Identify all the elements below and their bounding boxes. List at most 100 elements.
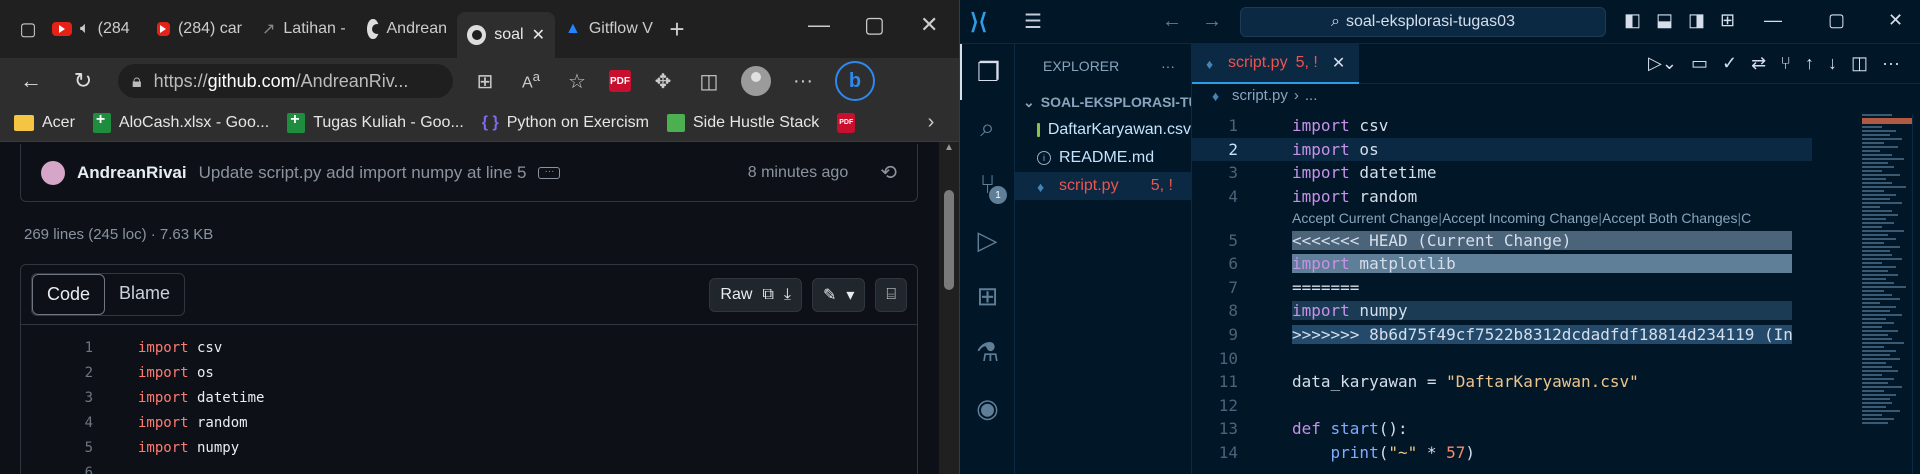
close-window-icon[interactable]: ✕ <box>920 12 938 38</box>
address-bar[interactable]: 🔒︎ https://github.com/AndreanRiv... <box>118 64 453 98</box>
toggle-secondary-sidebar-icon[interactable]: ◨ <box>1688 10 1705 31</box>
tab-title: Gitflow V <box>588 20 653 37</box>
tab-code[interactable]: Code <box>32 274 106 315</box>
commit-message[interactable]: Update script.py add import numpy at lin… <box>199 163 527 183</box>
more-actions-icon[interactable]: ··· <box>1882 53 1900 74</box>
commit-author[interactable]: AndreanRivai <box>77 163 187 183</box>
browser-tab[interactable]: (284) car <box>147 9 252 49</box>
toggle-primary-sidebar-icon[interactable]: ◧ <box>1624 10 1641 31</box>
close-tab-icon[interactable]: ✕ <box>532 25 545 45</box>
line-number[interactable]: 6 <box>21 465 93 474</box>
breadcrumb-symbol[interactable]: ... <box>1305 87 1318 104</box>
pencil-icon[interactable]: ✎ <box>823 285 836 305</box>
split-editor-icon[interactable]: ◫ <box>1851 53 1868 74</box>
bookmark-acer[interactable]: Acer <box>14 114 75 132</box>
bing-copilot-icon[interactable]: b <box>835 61 875 101</box>
explorer-icon[interactable]: ❐ <box>960 44 1015 100</box>
command-center-search[interactable]: ⌕ soal-eksplorasi-tugas03 <box>1240 7 1606 37</box>
download-icon[interactable]: ⤓ <box>784 286 791 304</box>
file-item[interactable]: DaftarKaryawan.csv <box>1015 116 1191 144</box>
accept-both-changes-link[interactable]: Accept Both Changes <box>1602 210 1737 226</box>
minimize-icon[interactable]: — <box>808 12 830 38</box>
run-icon[interactable]: ▷⌄ <box>1648 53 1677 74</box>
maximize-icon[interactable]: ▢ <box>864 12 885 38</box>
file-item-selected[interactable]: ♦ script.py 5, ! <box>1015 172 1191 200</box>
line-number[interactable]: 4 <box>21 415 93 431</box>
scroll-thumb[interactable] <box>944 190 954 290</box>
compare-changes-link[interactable]: C <box>1741 210 1751 226</box>
pull-request-icon[interactable]: ⑂ <box>1780 53 1791 74</box>
arrow-up-icon[interactable]: ↑ <box>1805 53 1814 74</box>
extensions-icon[interactable]: ✥ <box>649 69 677 94</box>
line-number[interactable]: 5 <box>21 440 93 456</box>
profile-avatar-icon[interactable] <box>741 66 771 96</box>
nav-arrows: ←→ <box>1162 10 1242 33</box>
new-tab-icon[interactable]: + <box>663 14 691 45</box>
search-icon[interactable]: ⌕ <box>960 100 1015 156</box>
more-options-icon[interactable]: ··· <box>789 70 817 93</box>
browser-tab[interactable]: Andrean <box>357 9 457 49</box>
refresh-icon[interactable]: ↻ <box>66 68 100 94</box>
close-window-icon[interactable]: ✕ <box>1888 10 1903 31</box>
toggle-panel-icon[interactable]: ⬓ <box>1656 10 1673 31</box>
forward-icon[interactable]: → <box>1202 10 1242 32</box>
avatar[interactable] <box>41 160 65 185</box>
breadcrumb-file[interactable]: script.py <box>1232 87 1288 104</box>
check-circle-icon[interactable]: ✓ <box>1722 53 1737 74</box>
favorite-star-icon[interactable]: ☆ <box>563 69 591 94</box>
github-icon[interactable]: ◉ <box>960 380 1015 436</box>
browser-tab-active[interactable]: soal ✕ <box>457 12 555 58</box>
line-number[interactable]: 2 <box>21 365 93 381</box>
editor-scrollbar[interactable] <box>1912 114 1920 474</box>
customize-layout-icon[interactable]: ⊞ <box>1720 10 1735 31</box>
bookmark-tugas-kuliah[interactable]: Tugas Kuliah - Goo... <box>287 111 464 133</box>
accept-current-change-link[interactable]: Accept Current Change <box>1292 210 1438 226</box>
browser-tab[interactable]: ▲ Gitflow V <box>555 9 655 49</box>
testing-flask-icon[interactable]: ⚗ <box>960 324 1015 380</box>
compare-icon[interactable]: ⇄ <box>1751 53 1766 74</box>
scroll-up-icon[interactable]: ▲ <box>944 142 954 153</box>
expand-commit-button[interactable]: ··· <box>538 166 561 179</box>
tab-actions-icon[interactable]: ▢ <box>14 19 42 40</box>
run-debug-icon[interactable]: ▷ <box>960 212 1015 268</box>
chevron-right-icon[interactable]: › <box>917 111 945 134</box>
back-icon[interactable]: ← <box>14 68 48 94</box>
symbols-button[interactable]: ⌸ <box>875 277 907 312</box>
history-icon[interactable]: ⟲ <box>880 160 897 185</box>
apps-icon[interactable]: ⊞ <box>471 69 499 94</box>
acrobat-icon[interactable]: PDF <box>609 70 631 92</box>
read-aloud-icon[interactable]: Aa <box>517 69 545 92</box>
pdf-bookmark-icon[interactable]: PDF <box>837 112 856 133</box>
editor-tab-active[interactable]: ♦ script.py 5, ! ✕ <box>1192 43 1360 84</box>
browser-tab[interactable]: ↗ Latihan - <box>252 9 357 49</box>
file-item[interactable]: i README.md <box>1015 144 1191 172</box>
bookmark-alocash[interactable]: AloCash.xlsx - Goo... <box>92 111 269 133</box>
workspace-folder[interactable]: ⌄ SOAL-EKSPLORASI-TUGAS... <box>1015 88 1191 116</box>
chevron-down-icon[interactable]: ▾ <box>846 285 854 305</box>
split-screen-icon[interactable]: ◫ <box>695 69 723 94</box>
bookmark-exercism[interactable]: { } Python on Exercism <box>482 114 649 132</box>
speaker-icon[interactable]: 🔈︎ <box>80 20 90 38</box>
source-control-icon[interactable]: ⑂ 1 <box>960 156 1015 212</box>
menu-icon[interactable]: ☰ <box>1024 9 1042 34</box>
browser-tab[interactable]: 🔈︎ (284 <box>42 9 147 49</box>
minimize-icon[interactable]: — <box>1764 10 1782 31</box>
bookmark-side-hustle[interactable]: Side Hustle Stack <box>666 113 819 132</box>
minimap[interactable] <box>1862 114 1912 464</box>
github-file-view: AndreanRivai Update script.py add import… <box>0 142 940 474</box>
close-tab-icon[interactable]: ✕ <box>1332 53 1345 73</box>
code-editor[interactable]: 1 import csv 2 import os 3 import datetime … <box>1192 114 1812 464</box>
extensions-icon[interactable]: ⊞ <box>960 268 1015 324</box>
page-scrollbar[interactable]: ▲ <box>939 142 959 474</box>
line-number[interactable]: 3 <box>21 390 93 406</box>
comment-icon[interactable]: ▭ <box>1691 53 1708 74</box>
copy-icon[interactable]: ⧉ <box>762 286 773 304</box>
more-actions-icon[interactable]: ··· <box>1161 58 1175 74</box>
raw-button[interactable]: Raw <box>720 286 752 304</box>
maximize-icon[interactable]: ▢ <box>1828 10 1845 31</box>
accept-incoming-change-link[interactable]: Accept Incoming Change <box>1442 210 1598 226</box>
tab-blame[interactable]: Blame <box>105 274 184 315</box>
arrow-down-icon[interactable]: ↓ <box>1828 53 1837 74</box>
back-icon[interactable]: ← <box>1162 10 1202 32</box>
line-number[interactable]: 1 <box>21 340 93 356</box>
